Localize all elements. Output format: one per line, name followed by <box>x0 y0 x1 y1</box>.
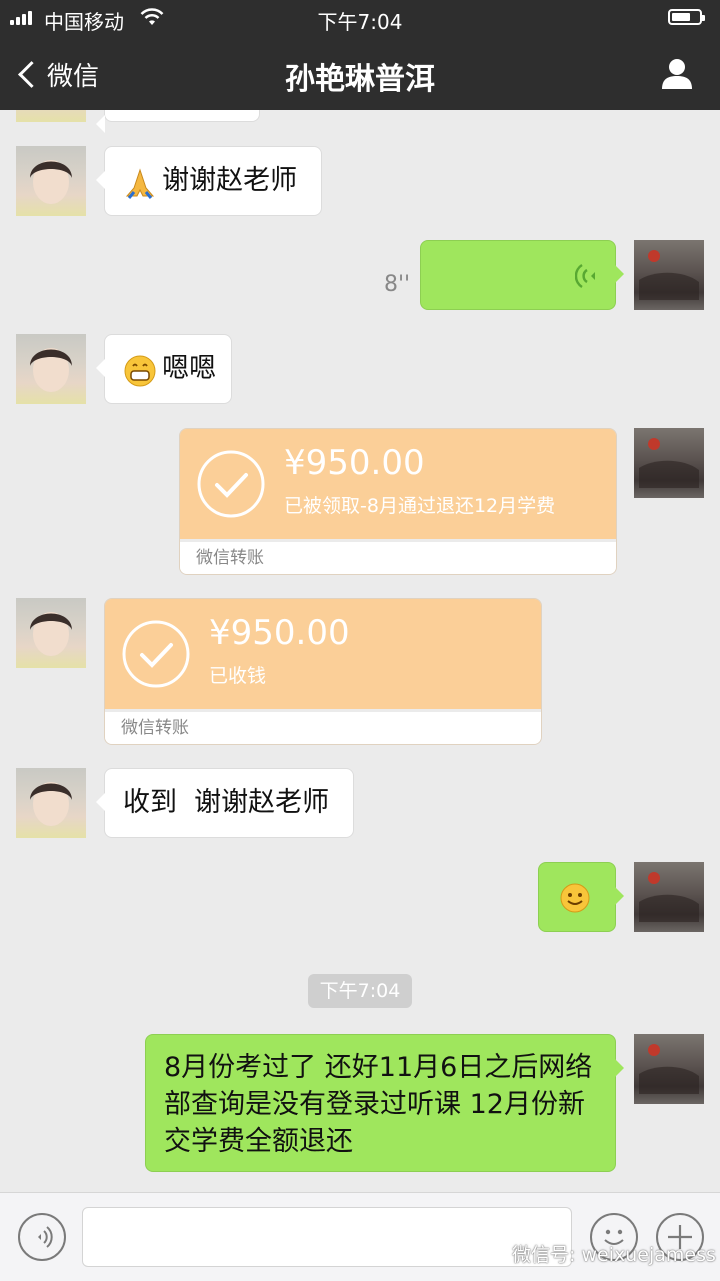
check-circle-icon <box>122 620 190 688</box>
transfer-amount: ¥950.00 <box>209 613 350 653</box>
message-text: 谢谢赵老师 <box>162 165 298 196</box>
back-chevron-icon <box>18 60 45 88</box>
profile-icon[interactable] <box>660 56 694 90</box>
transfer-footer: 微信转账 <box>105 712 541 744</box>
timestamp-badge: 下午7:04 <box>308 974 412 1008</box>
voice-wave-icon <box>575 263 595 289</box>
status-time: 下午7:04 <box>317 10 403 34</box>
watermark: 微信号: weixuejamess <box>480 1240 716 1267</box>
message-text: 嗯嗯 <box>162 353 217 384</box>
message-bubble-incoming[interactable]: 嗯嗯 <box>96 334 232 404</box>
avatar-contact[interactable] <box>16 598 86 668</box>
nav-bar: 微信 孙艳琳普洱 <box>0 36 720 110</box>
grinning-emoji <box>123 354 157 392</box>
folded-hands-emoji <box>123 166 157 204</box>
transfer-status: 已收钱 <box>209 665 267 687</box>
transfer-card-incoming[interactable]: ¥950.00 已收钱 微信转账 <box>104 598 542 745</box>
battery-icon <box>668 9 705 25</box>
input-bar <box>0 1192 720 1281</box>
avatar-self[interactable] <box>634 428 704 498</box>
message-bubble-outgoing[interactable]: 8月份考过了 还好11月6日之后网络部查询是没有登录过听课 12月份新交学费全额… <box>145 1034 624 1172</box>
back-button[interactable]: 微信 <box>14 54 99 94</box>
status-bar: 中国移动 下午7:04 <box>0 0 720 36</box>
wechat-logo-icon <box>480 1246 505 1264</box>
message-bubble-outgoing[interactable] <box>538 862 624 932</box>
transfer-card-outgoing[interactable]: ¥950.00 已被领取-8月通过退还12月学费 微信转账 <box>179 428 617 575</box>
message-text: 8月份考过了 还好11月6日之后网络部查询是没有登录过听课 12月份新交学费全额… <box>164 1052 593 1157</box>
voice-input-icon <box>38 1226 53 1248</box>
avatar-self[interactable] <box>634 862 704 932</box>
avatar-contact[interactable] <box>16 768 86 838</box>
chat-title: 孙艳琳普洱 <box>285 62 435 97</box>
check-circle-icon <box>197 450 265 518</box>
avatar-self[interactable] <box>634 240 704 310</box>
avatar-contact[interactable] <box>16 146 86 216</box>
message-bubble-incoming[interactable]: 谢谢赵老师 <box>96 146 322 216</box>
avatar-contact[interactable] <box>16 110 86 122</box>
transfer-amount: ¥950.00 <box>284 443 425 483</box>
voice-duration: 8'' <box>384 272 411 297</box>
transfer-footer: 微信转账 <box>180 542 616 574</box>
watermark-text: 微信号: weixuejamess <box>512 1244 716 1266</box>
message-text: 收到 谢谢赵老师 <box>123 787 330 818</box>
voice-message-bubble[interactable] <box>420 240 624 310</box>
chat-area[interactable]: 谢谢赵老师 8'' 嗯嗯 ¥950.00 已被领取-8月通过退还12月学费 微信… <box>0 110 720 1192</box>
message-bubble-incoming[interactable]: 收到 谢谢赵老师 <box>96 768 354 838</box>
transfer-status: 已被领取-8月通过退还12月学费 <box>284 495 556 517</box>
voice-input-button[interactable] <box>18 1213 66 1261</box>
avatar-contact[interactable] <box>16 334 86 404</box>
avatar-self[interactable] <box>634 1034 704 1104</box>
smile-emoji <box>560 883 590 913</box>
back-label: 微信 <box>47 61 100 92</box>
previous-message-bubble[interactable] <box>96 110 260 133</box>
